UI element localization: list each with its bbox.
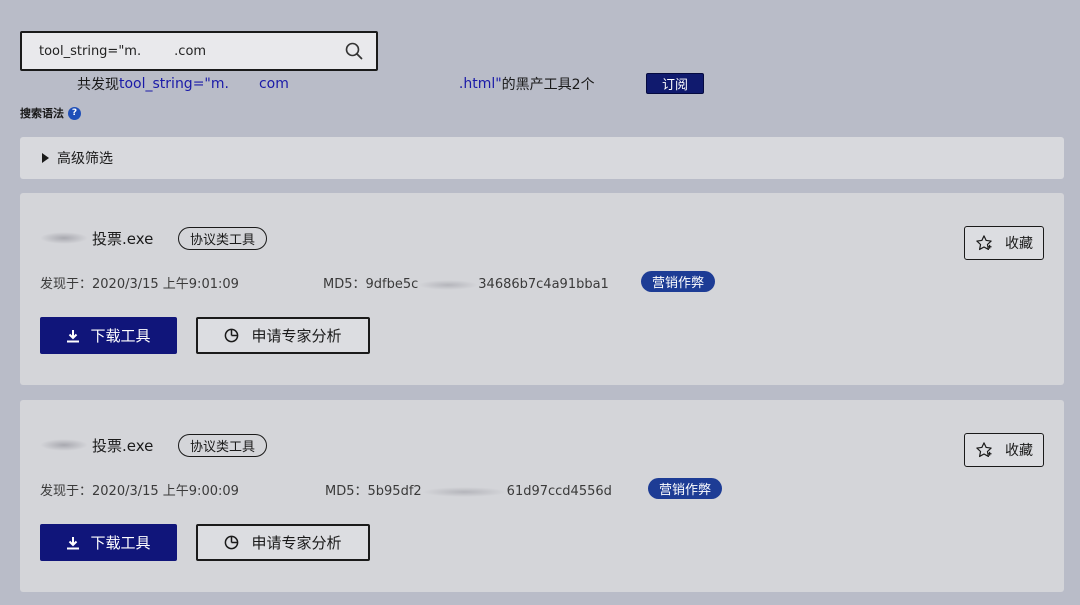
download-icon: [66, 536, 80, 550]
download-label: 下载工具: [90, 534, 151, 552]
advanced-filter-label: 高级筛选: [57, 151, 113, 167]
page: 共发现 tool_string="m. com .html" 的黑产工具2个 订…: [0, 0, 1080, 605]
expert-analysis-label: 申请专家分析: [251, 327, 342, 345]
favorite-label: 收藏: [1005, 236, 1033, 252]
help-icon[interactable]: ?: [68, 106, 81, 120]
pie-chart-icon: [224, 535, 239, 550]
expert-analysis-button[interactable]: 申请专家分析: [196, 317, 370, 354]
summary-query-end: .html": [458, 76, 502, 92]
download-button[interactable]: 下载工具: [40, 524, 177, 561]
expand-triangle-icon: [42, 153, 49, 163]
search-syntax-label: 搜索语法: [20, 107, 64, 120]
tool-name[interactable]: 投票.exe: [40, 434, 153, 456]
favorite-label: 收藏: [1005, 443, 1033, 459]
star-icon: [975, 234, 993, 252]
search-box: [20, 31, 378, 71]
expert-analysis-label: 申请专家分析: [251, 534, 342, 552]
favorite-button[interactable]: 收藏: [964, 433, 1044, 467]
search-input[interactable]: [39, 43, 344, 59]
md5-value: MD5：9dfbe5c 34686b7c4a91bba1: [323, 277, 609, 292]
search-syntax[interactable]: 搜索语法 ?: [20, 104, 81, 122]
pie-chart-icon: [224, 328, 239, 343]
found-time: 发现于：2020/3/15 上午9:00:09: [40, 484, 239, 499]
redacted-blur: [40, 439, 88, 451]
found-time: 发现于：2020/3/15 上午9:01:09: [40, 277, 239, 292]
summary-suffix: 的黑产工具2个: [501, 77, 595, 93]
category-badge: 营销作弊: [648, 478, 723, 499]
tool-name[interactable]: 投票.exe: [40, 227, 153, 249]
summary-query-start: tool_string="m.: [119, 76, 229, 92]
summary-prefix: 共发现: [77, 77, 119, 93]
search-icon[interactable]: [344, 41, 364, 61]
result-card: 投票.exe 协议类工具 收藏 发现于：2020/3/15 上午9:00:09 …: [20, 400, 1064, 592]
category-badge: 营销作弊: [641, 271, 716, 292]
advanced-filter-toggle[interactable]: 高级筛选: [20, 137, 1064, 179]
favorite-button[interactable]: 收藏: [964, 226, 1044, 260]
subscribe-button[interactable]: 订阅: [646, 73, 704, 94]
result-summary: 共发现 tool_string="m. com .html" 的黑产工具2个: [77, 73, 595, 95]
meta-row: 发现于：2020/3/15 上午9:00:09 MD5：5b95df2 61d97…: [40, 478, 740, 499]
download-label: 下载工具: [90, 327, 151, 345]
star-icon: [975, 441, 993, 459]
download-button[interactable]: 下载工具: [40, 317, 177, 354]
md5-value: MD5：5b95df2 61d97ccd4556d: [325, 484, 612, 499]
redacted-blur: [40, 232, 88, 244]
expert-analysis-button[interactable]: 申请专家分析: [196, 524, 370, 561]
tool-type-tag: 协议类工具: [178, 434, 268, 457]
tool-type-tag: 协议类工具: [178, 227, 268, 250]
summary-query-mid: com: [258, 76, 289, 92]
download-icon: [66, 329, 80, 343]
result-card: 投票.exe 协议类工具 收藏 发现于：2020/3/15 上午9:01:09 …: [20, 193, 1064, 385]
meta-row: 发现于：2020/3/15 上午9:01:09 MD5：9dfbe5c 34686…: [40, 271, 740, 292]
